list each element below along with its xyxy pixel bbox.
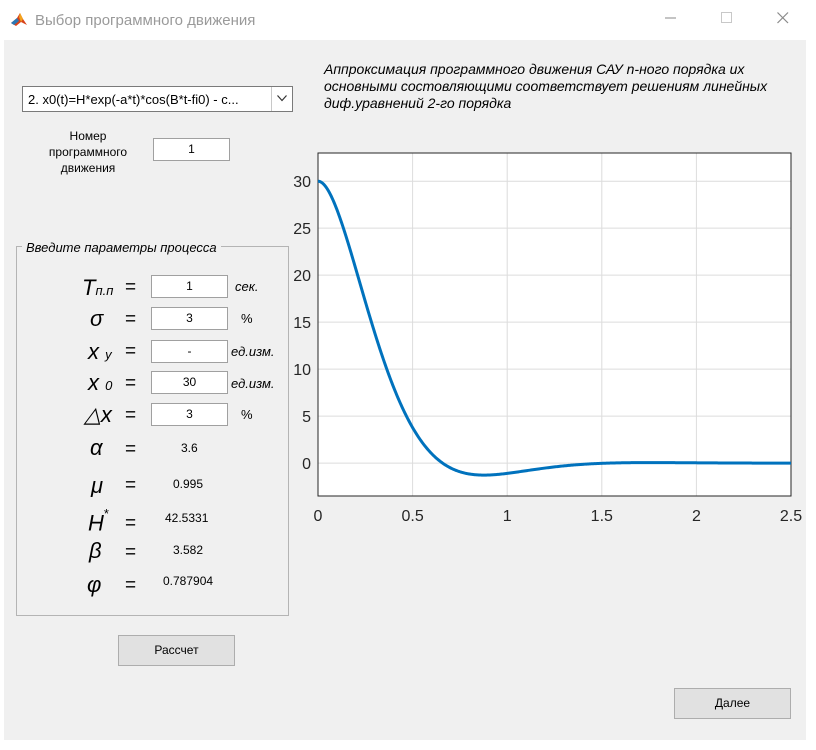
params-panel-title: Введите параметры процесса [22,240,221,255]
mu-symbol: μ [91,473,104,498]
equals-sign: = [125,373,137,394]
y-tick-label: 15 [293,315,311,332]
equals-sign: = [125,542,137,563]
phi-value: 0.787904 [163,574,214,588]
x-tick-label: 1.5 [591,508,613,525]
symbol-sub: п.п [95,283,114,298]
delta-x-input[interactable]: 3 [151,403,228,426]
motion-number-label: Номер программного движения [36,128,140,176]
x-initial-input[interactable]: 30 [151,371,228,394]
window-border-left [0,40,4,740]
t-pp-unit: сек. [235,279,259,294]
motion-type-select[interactable]: 2. x0(t)=H*exp(-a*t)*cos(B*t-fi0) - с... [22,86,293,112]
phi-symbol: φ [87,572,102,597]
h-star-value: 42.5331 [165,511,209,525]
equals-sign: = [125,439,137,460]
params-panel [16,246,289,616]
y-tick-label: 0 [302,456,311,473]
x-steady-symbol: x у [88,340,112,367]
equals-sign: = [125,405,137,426]
x-tick-label: 2 [692,508,701,525]
y-tick-label: 25 [293,221,311,238]
t-pp-input[interactable]: 1 [151,275,228,298]
delta-x-unit: % [241,407,253,422]
equals-sign: = [125,341,137,362]
y-tick-label: 5 [302,409,311,426]
window-border-bottom [0,740,816,750]
minimize-button[interactable] [648,6,694,34]
alpha-value: 3.6 [181,441,198,455]
maximize-icon [721,12,732,23]
minimize-icon [665,17,676,19]
x-tick-label: 0 [314,508,323,525]
delta-x-symbol: △x [84,402,112,427]
sigma-unit: % [241,311,253,326]
response-chart: 0 0.5 1 1.5 2 2.5 0 5 10 15 20 25 30 [293,152,802,525]
motion-number-label-line: движения [60,161,116,175]
x-initial-symbol: x 0 [88,371,112,398]
close-icon [777,12,789,24]
equals-sign: = [125,309,137,330]
chart-heading: Аппроксимация программного движения САУ … [324,61,768,111]
alpha-symbol: α [90,435,103,460]
x-tick-label: 1 [503,508,512,525]
symbol-main: H [88,510,104,536]
chevron-down-icon [277,95,287,102]
symbol-main: T [82,275,96,300]
x-tick-label: 0.5 [401,508,423,525]
equals-sign: = [125,575,137,596]
y-tick-label: 20 [293,268,311,285]
matlab-icon [10,10,28,28]
calculate-button[interactable]: Рассчет [118,635,235,666]
motion-type-selected: 2. x0(t)=H*exp(-a*t)*cos(B*t-fi0) - с... [28,92,239,107]
t-pp-symbol: Tп.п [82,276,113,303]
equals-sign: = [125,513,137,534]
sigma-input[interactable]: 3 [151,307,228,330]
x-steady-input[interactable]: - [151,340,228,363]
dropdown-toggle[interactable] [271,87,292,111]
h-star-symbol: H* [88,506,109,535]
mu-value: 0.995 [173,477,204,491]
equals-sign: = [125,475,137,496]
symbol-main: x [88,370,99,395]
chart-grid [317,153,792,496]
beta-symbol: β [89,538,102,563]
maximize-button[interactable] [704,6,750,34]
motion-number-label-line: Номер [69,129,107,143]
symbol-sub: у [105,347,112,362]
y-tick-label: 10 [293,362,311,379]
title-bar: Выбор программного движения [0,0,816,40]
x-tick-label: 2.5 [780,508,802,525]
plot-background [318,153,791,496]
next-button[interactable]: Далее [674,688,791,719]
symbol-sub: 0 [105,378,113,393]
motion-number-label-line: программного [48,145,128,159]
window-border-right [806,0,816,750]
symbol-main: x [88,339,99,364]
motion-number-input[interactable]: 1 [153,138,230,161]
close-button[interactable] [760,6,806,34]
equals-sign: = [125,277,137,298]
window-title: Выбор программного движения [35,12,256,29]
y-tick-label: 30 [293,174,311,191]
beta-value: 3.582 [173,543,204,557]
sigma-symbol: σ [90,306,104,331]
x-initial-unit: ед.изм. [231,376,275,391]
x-steady-unit: ед.изм. [231,344,275,359]
symbol-sup: * [103,506,109,521]
